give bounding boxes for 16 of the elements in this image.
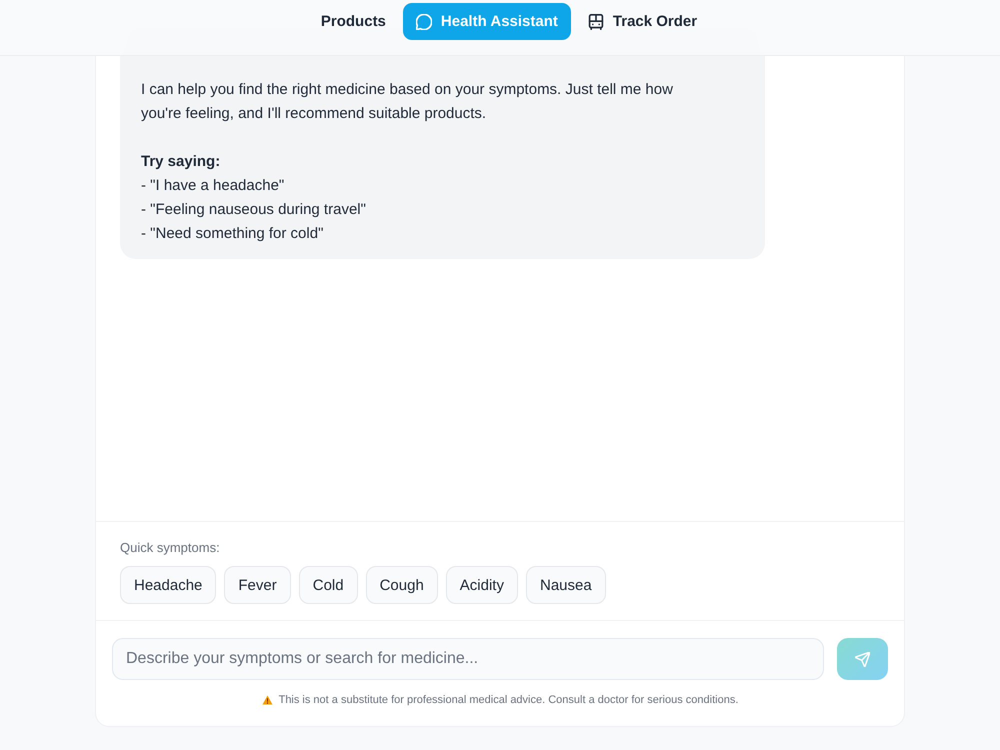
quick-symptoms-label: Quick symptoms: [120,540,220,556]
symptom-chip[interactable]: Headache [120,566,216,604]
warning-icon [262,695,273,705]
send-icon [855,652,870,666]
symptom-chip[interactable]: Acidity [446,566,518,604]
nav-tab[interactable]: Products [308,3,399,40]
nav-tab[interactable]: Track Order [574,3,710,40]
message-text: I can help you find the right medicine based on your symptoms. Just tell me how you're feeling, and I'll recommend suitable products. Try saying: - "I have a headache" - "Feeling nauseous during travel" - "Need something for cold" [141,80,674,244]
chat-bubble-icon [416,14,432,30]
symptom-chip[interactable]: Cold [298,566,358,604]
bus-icon [588,14,604,30]
symptom-chip[interactable]: Fever [224,566,291,604]
symptom-chip[interactable]: Nausea [526,566,606,604]
disclaimer-text: This is not a substitute for professional medical advice. Consult a doctor for serious conditions. [278,693,738,707]
symptom-search-field[interactable]: Describe your symptoms or search for medicine... [112,638,824,680]
symptom-chip[interactable]: Cough [366,566,438,604]
